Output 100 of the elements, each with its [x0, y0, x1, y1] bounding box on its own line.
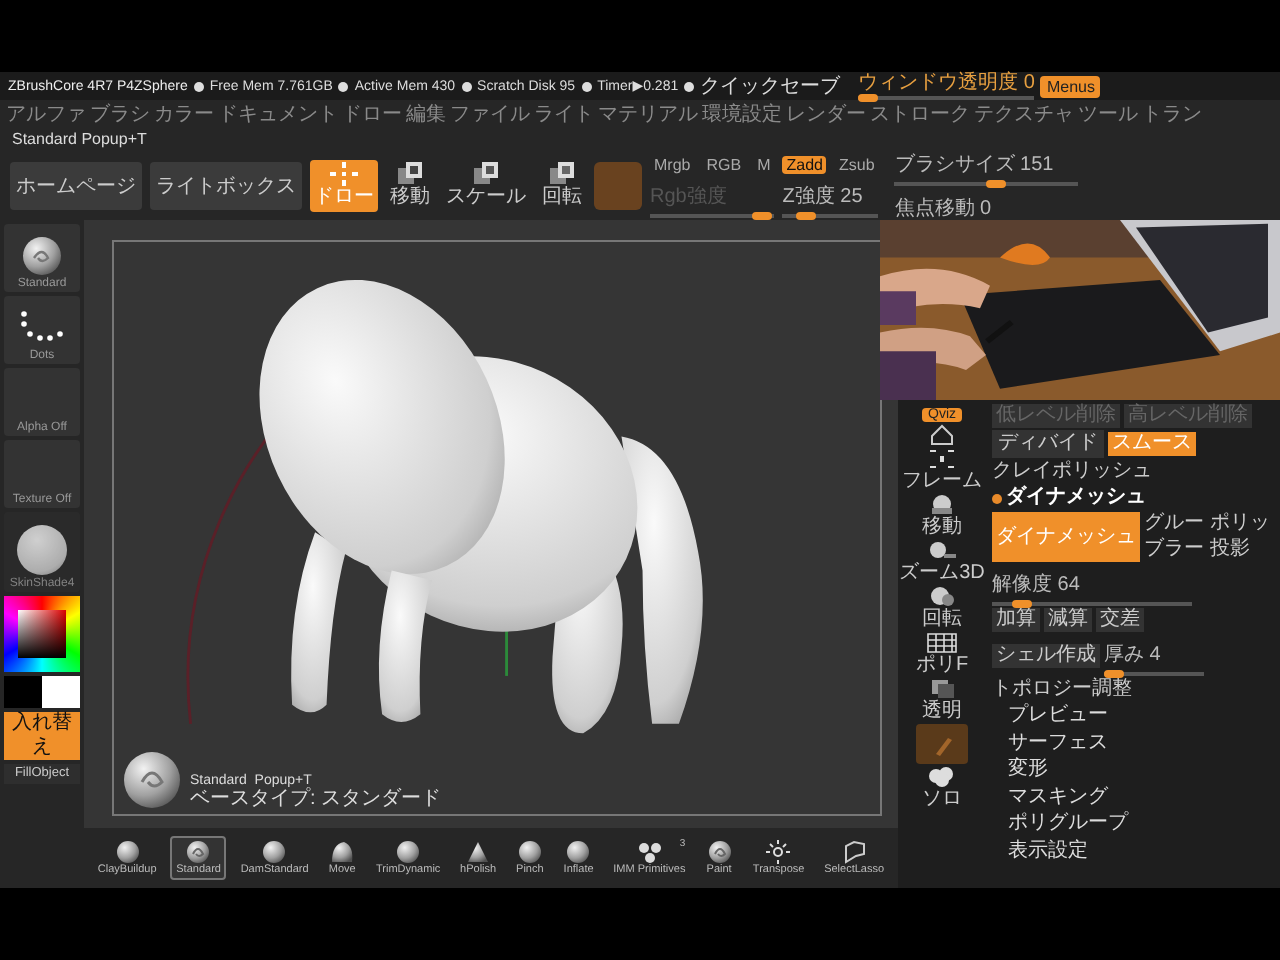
- option-toggle[interactable]: ポリッ: [1210, 512, 1270, 536]
- status-dot-icon: [684, 81, 695, 91]
- subpanel-title[interactable]: ダイナメッシュ: [1006, 486, 1146, 510]
- blob-icon: [328, 840, 357, 864]
- status-dot-icon: [193, 81, 204, 91]
- grid-icon: [925, 632, 958, 654]
- base-type-label: ベースタイプ: スタンダード: [190, 788, 442, 810]
- cloud-icon: [926, 766, 958, 788]
- panel-section[interactable]: ポリグループ: [992, 812, 1128, 837]
- boolean-button[interactable]: 交差: [1096, 608, 1144, 632]
- panel-section[interactable]: 表示設定: [992, 839, 1088, 864]
- subpanel-title[interactable]: トポロジー調整: [992, 678, 1132, 702]
- sun-icon: [764, 840, 793, 864]
- squares-icon: [472, 162, 500, 186]
- color-swatch[interactable]: [42, 676, 80, 708]
- active-dot-icon: [992, 493, 1002, 503]
- menu-item[interactable]: 環境設定: [702, 100, 782, 128]
- spheres-icon: [926, 586, 958, 608]
- toolbar-button[interactable]: ホームページ: [10, 162, 142, 210]
- menu-item[interactable]: ストローク: [870, 100, 970, 128]
- frame-view-button[interactable]: フレーム: [902, 448, 982, 492]
- menu-item[interactable]: ツール: [1078, 100, 1138, 128]
- toolbar-button[interactable]: ライトボックス: [150, 162, 302, 210]
- status-dot-icon: [581, 81, 592, 91]
- option-toggle[interactable]: 投影: [1210, 538, 1270, 562]
- quicksave-button[interactable]: クイックセーブ: [700, 72, 841, 100]
- status-dot-icon: [338, 81, 349, 91]
- mode-toggle[interactable]: Zsub: [834, 155, 879, 173]
- shell-button[interactable]: シェル作成: [992, 643, 1100, 667]
- sphere-icon: [260, 840, 289, 864]
- slider-label: ブラシサイズ 151: [894, 153, 1054, 175]
- sphere-icon: [515, 840, 544, 864]
- brush-popup-title: Standard Popup+T: [10, 128, 149, 152]
- slider-label: 厚み 4: [1104, 644, 1161, 666]
- swirl-sphere-icon: [705, 840, 734, 864]
- rotate-mode-button[interactable]: 回転: [538, 160, 586, 212]
- spheres-icon: [635, 840, 664, 864]
- sphere-icon: [113, 840, 142, 864]
- solo-view-button[interactable]: ソロ: [922, 766, 962, 810]
- sphere-icon: [564, 840, 593, 864]
- menu-item[interactable]: ファイル: [450, 100, 530, 128]
- transp-view-button[interactable]: 透明: [922, 678, 962, 722]
- swap-colors-button[interactable]: 入れ替え: [4, 712, 80, 760]
- slider-label: 解像度 64: [992, 574, 1080, 596]
- menu-item[interactable]: マテリアル: [598, 100, 698, 128]
- lasso-icon: [840, 840, 869, 864]
- panel-section[interactable]: サーフェス: [992, 731, 1108, 756]
- mode-toggle[interactable]: Zadd: [782, 155, 827, 173]
- menu-item[interactable]: ブラシ: [90, 100, 150, 128]
- crosshair-icon: [330, 162, 358, 186]
- menu-item[interactable]: テクスチャ: [974, 100, 1074, 128]
- zoom-view-button[interactable]: ズーム3D: [899, 540, 985, 584]
- panel-section[interactable]: マスキング: [992, 785, 1108, 810]
- slider-thumb[interactable]: [985, 179, 1006, 187]
- transparency-label: ウィンドウ透明度 0: [858, 72, 1035, 94]
- home-icon: [926, 424, 958, 446]
- material-swatch[interactable]: [594, 162, 642, 210]
- menu-item[interactable]: ドキュメント: [218, 100, 338, 128]
- panel-section[interactable]: 変形: [992, 758, 1048, 783]
- menu-item[interactable]: ライト: [534, 100, 594, 128]
- panel-section[interactable]: プレビュー: [992, 704, 1108, 729]
- color-picker[interactable]: [4, 596, 80, 672]
- color-swatch[interactable]: [4, 676, 42, 708]
- subpanel-title[interactable]: クレイポリッシュ: [992, 460, 1152, 484]
- slider-thumb[interactable]: [857, 94, 878, 102]
- sphere-icon: [394, 840, 423, 864]
- brush-sphere-icon: [122, 750, 182, 810]
- option-toggle[interactable]: グルー: [1144, 512, 1204, 536]
- menus-button[interactable]: Menus: [1040, 75, 1101, 97]
- slider-label: Z強度 25: [782, 185, 863, 207]
- zoom-icon: [925, 540, 958, 562]
- rotate-view-button[interactable]: 回転: [922, 586, 962, 630]
- mode-toggle[interactable]: Mrgb: [650, 155, 695, 173]
- menu-item[interactable]: 編集: [406, 100, 446, 128]
- slider-thumb[interactable]: [1012, 600, 1032, 608]
- boolean-button[interactable]: 減算: [1044, 608, 1092, 632]
- option-toggle[interactable]: ブラー: [1144, 538, 1204, 562]
- menu-item[interactable]: アルファ: [6, 100, 86, 128]
- slider-label: 焦点移動 0: [894, 197, 992, 219]
- sphere-icon: [926, 494, 958, 516]
- move-mode-button[interactable]: 移動: [386, 160, 434, 212]
- frame-icon: [926, 448, 958, 470]
- menu-item[interactable]: トラン: [1142, 100, 1202, 128]
- mode-toggle[interactable]: M: [753, 155, 775, 173]
- slider-thumb[interactable]: [1104, 670, 1124, 678]
- squares-icon: [926, 678, 958, 700]
- swirl-sphere-icon: [184, 840, 213, 864]
- menu-item[interactable]: レンダー: [786, 100, 866, 128]
- mode-toggle[interactable]: RGB: [702, 155, 746, 173]
- menu-item[interactable]: ドロー: [342, 100, 402, 128]
- status-dot-icon: [461, 81, 472, 91]
- home-view-button[interactable]: [926, 424, 958, 446]
- move-view-button[interactable]: 移動: [922, 494, 962, 538]
- cone-icon: [464, 840, 493, 864]
- grid-view-button[interactable]: ポリF: [915, 632, 969, 676]
- divide-button[interactable]: ディバイド: [992, 430, 1104, 458]
- slider-thumb[interactable]: [796, 211, 817, 219]
- scale-mode-button[interactable]: スケール: [442, 160, 530, 212]
- boolean-button[interactable]: 加算: [992, 608, 1040, 632]
- menu-item[interactable]: カラー: [154, 100, 214, 128]
